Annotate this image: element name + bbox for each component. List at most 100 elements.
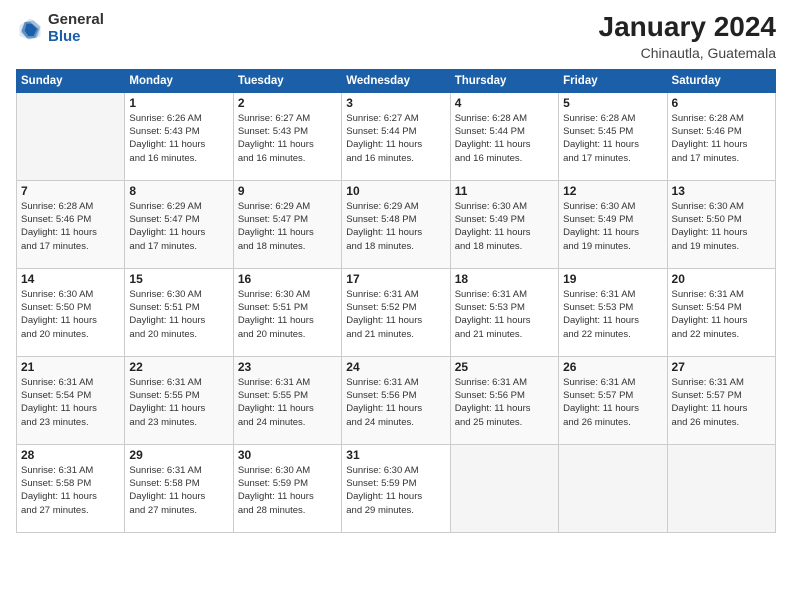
calendar-cell: 26 Sunrise: 6:31 AM Sunset: 5:57 PM Dayli…	[559, 356, 667, 444]
calendar-cell: 22 Sunrise: 6:31 AM Sunset: 5:55 PM Dayli…	[125, 356, 233, 444]
day-number: 18	[455, 272, 554, 286]
calendar-cell: 17 Sunrise: 6:31 AM Sunset: 5:52 PM Dayli…	[342, 268, 450, 356]
calendar-cell	[17, 92, 125, 180]
calendar-title: January 2024	[599, 12, 776, 43]
day-number: 9	[238, 184, 337, 198]
day-info: Sunrise: 6:29 AM Sunset: 5:47 PM Dayligh…	[238, 200, 337, 253]
day-info: Sunrise: 6:31 AM Sunset: 5:54 PM Dayligh…	[672, 288, 771, 341]
day-info: Sunrise: 6:31 AM Sunset: 5:58 PM Dayligh…	[21, 464, 120, 517]
calendar-header-saturday: Saturday	[667, 69, 775, 92]
day-number: 2	[238, 96, 337, 110]
calendar-cell: 27 Sunrise: 6:31 AM Sunset: 5:57 PM Dayli…	[667, 356, 775, 444]
calendar-cell: 31 Sunrise: 6:30 AM Sunset: 5:59 PM Dayli…	[342, 444, 450, 532]
logo-blue: Blue	[48, 29, 104, 46]
calendar-week-row: 1 Sunrise: 6:26 AM Sunset: 5:43 PM Daylig…	[17, 92, 776, 180]
calendar-cell: 5 Sunrise: 6:28 AM Sunset: 5:45 PM Daylig…	[559, 92, 667, 180]
calendar-header-tuesday: Tuesday	[233, 69, 341, 92]
day-info: Sunrise: 6:30 AM Sunset: 5:59 PM Dayligh…	[346, 464, 445, 517]
day-info: Sunrise: 6:31 AM Sunset: 5:55 PM Dayligh…	[129, 376, 228, 429]
day-info: Sunrise: 6:31 AM Sunset: 5:54 PM Dayligh…	[21, 376, 120, 429]
day-number: 21	[21, 360, 120, 374]
day-info: Sunrise: 6:29 AM Sunset: 5:48 PM Dayligh…	[346, 200, 445, 253]
calendar-subtitle: Chinautla, Guatemala	[599, 45, 776, 61]
day-info: Sunrise: 6:31 AM Sunset: 5:57 PM Dayligh…	[563, 376, 662, 429]
title-block: January 2024 Chinautla, Guatemala	[599, 12, 776, 61]
day-number: 12	[563, 184, 662, 198]
day-info: Sunrise: 6:28 AM Sunset: 5:46 PM Dayligh…	[672, 112, 771, 165]
day-number: 1	[129, 96, 228, 110]
day-number: 6	[672, 96, 771, 110]
day-info: Sunrise: 6:29 AM Sunset: 5:47 PM Dayligh…	[129, 200, 228, 253]
day-number: 31	[346, 448, 445, 462]
day-number: 11	[455, 184, 554, 198]
day-number: 4	[455, 96, 554, 110]
calendar-table: SundayMondayTuesdayWednesdayThursdayFrid…	[16, 69, 776, 533]
day-number: 27	[672, 360, 771, 374]
day-number: 14	[21, 272, 120, 286]
day-number: 24	[346, 360, 445, 374]
day-info: Sunrise: 6:31 AM Sunset: 5:56 PM Dayligh…	[346, 376, 445, 429]
calendar-cell: 10 Sunrise: 6:29 AM Sunset: 5:48 PM Dayli…	[342, 180, 450, 268]
calendar-cell	[450, 444, 558, 532]
logo-icon	[16, 15, 44, 43]
calendar-cell: 24 Sunrise: 6:31 AM Sunset: 5:56 PM Dayli…	[342, 356, 450, 444]
calendar-cell: 19 Sunrise: 6:31 AM Sunset: 5:53 PM Dayli…	[559, 268, 667, 356]
calendar-cell: 23Sunrise: 6:31 AM Sunset: 5:55 PM Dayli…	[233, 356, 341, 444]
day-info: Sunrise: 6:31 AM Sunset: 5:57 PM Dayligh…	[672, 376, 771, 429]
day-number: 25	[455, 360, 554, 374]
calendar-cell: 12 Sunrise: 6:30 AM Sunset: 5:49 PM Dayli…	[559, 180, 667, 268]
calendar-header-wednesday: Wednesday	[342, 69, 450, 92]
calendar-cell: 14 Sunrise: 6:30 AM Sunset: 5:50 PM Dayli…	[17, 268, 125, 356]
calendar-cell: 4 Sunrise: 6:28 AM Sunset: 5:44 PM Daylig…	[450, 92, 558, 180]
header: General Blue January 2024 Chinautla, Gua…	[16, 12, 776, 61]
day-info: Sunrise: 6:31 AM Sunset: 5:52 PM Dayligh…	[346, 288, 445, 341]
day-number: 30	[238, 448, 337, 462]
calendar-cell: 30 Sunrise: 6:30 AM Sunset: 5:59 PM Dayli…	[233, 444, 341, 532]
calendar-cell: 25Sunrise: 6:31 AM Sunset: 5:56 PM Dayli…	[450, 356, 558, 444]
day-info: Sunrise: 6:31 AM Sunset: 5:53 PM Dayligh…	[455, 288, 554, 341]
day-number: 3	[346, 96, 445, 110]
calendar-week-row: 7Sunrise: 6:28 AM Sunset: 5:46 PM Daylig…	[17, 180, 776, 268]
calendar-cell: 20 Sunrise: 6:31 AM Sunset: 5:54 PM Dayli…	[667, 268, 775, 356]
day-number: 23	[238, 360, 337, 374]
day-number: 29	[129, 448, 228, 462]
day-number: 20	[672, 272, 771, 286]
day-info: Sunrise: 6:30 AM Sunset: 5:50 PM Dayligh…	[672, 200, 771, 253]
day-info: Sunrise: 6:30 AM Sunset: 5:49 PM Dayligh…	[563, 200, 662, 253]
calendar-cell: 21 Sunrise: 6:31 AM Sunset: 5:54 PM Dayli…	[17, 356, 125, 444]
day-info: Sunrise: 6:28 AM Sunset: 5:44 PM Dayligh…	[455, 112, 554, 165]
calendar-week-row: 21 Sunrise: 6:31 AM Sunset: 5:54 PM Dayli…	[17, 356, 776, 444]
logo: General Blue	[16, 12, 104, 45]
calendar-cell: 13Sunrise: 6:30 AM Sunset: 5:50 PM Dayli…	[667, 180, 775, 268]
day-number: 19	[563, 272, 662, 286]
page: General Blue January 2024 Chinautla, Gua…	[0, 0, 792, 612]
day-number: 7	[21, 184, 120, 198]
day-number: 28	[21, 448, 120, 462]
day-number: 17	[346, 272, 445, 286]
day-info: Sunrise: 6:30 AM Sunset: 5:50 PM Dayligh…	[21, 288, 120, 341]
calendar-cell	[559, 444, 667, 532]
day-number: 26	[563, 360, 662, 374]
calendar-cell: 18 Sunrise: 6:31 AM Sunset: 5:53 PM Dayli…	[450, 268, 558, 356]
day-info: Sunrise: 6:31 AM Sunset: 5:58 PM Dayligh…	[129, 464, 228, 517]
calendar-cell: 7Sunrise: 6:28 AM Sunset: 5:46 PM Daylig…	[17, 180, 125, 268]
calendar-cell: 9 Sunrise: 6:29 AM Sunset: 5:47 PM Daylig…	[233, 180, 341, 268]
day-info: Sunrise: 6:30 AM Sunset: 5:59 PM Dayligh…	[238, 464, 337, 517]
day-info: Sunrise: 6:30 AM Sunset: 5:51 PM Dayligh…	[238, 288, 337, 341]
calendar-cell	[667, 444, 775, 532]
logo-general: General	[48, 12, 104, 29]
day-number: 8	[129, 184, 228, 198]
calendar-cell: 3Sunrise: 6:27 AM Sunset: 5:44 PM Daylig…	[342, 92, 450, 180]
calendar-week-row: 14 Sunrise: 6:30 AM Sunset: 5:50 PM Dayli…	[17, 268, 776, 356]
day-info: Sunrise: 6:30 AM Sunset: 5:49 PM Dayligh…	[455, 200, 554, 253]
day-info: Sunrise: 6:31 AM Sunset: 5:53 PM Dayligh…	[563, 288, 662, 341]
calendar-cell: 15Sunrise: 6:30 AM Sunset: 5:51 PM Dayli…	[125, 268, 233, 356]
day-number: 10	[346, 184, 445, 198]
logo-text: General Blue	[48, 12, 104, 45]
calendar-cell: 2Sunrise: 6:27 AM Sunset: 5:43 PM Daylig…	[233, 92, 341, 180]
calendar-cell: 16Sunrise: 6:30 AM Sunset: 5:51 PM Dayli…	[233, 268, 341, 356]
day-info: Sunrise: 6:26 AM Sunset: 5:43 PM Dayligh…	[129, 112, 228, 165]
day-number: 5	[563, 96, 662, 110]
day-info: Sunrise: 6:28 AM Sunset: 5:45 PM Dayligh…	[563, 112, 662, 165]
day-number: 22	[129, 360, 228, 374]
